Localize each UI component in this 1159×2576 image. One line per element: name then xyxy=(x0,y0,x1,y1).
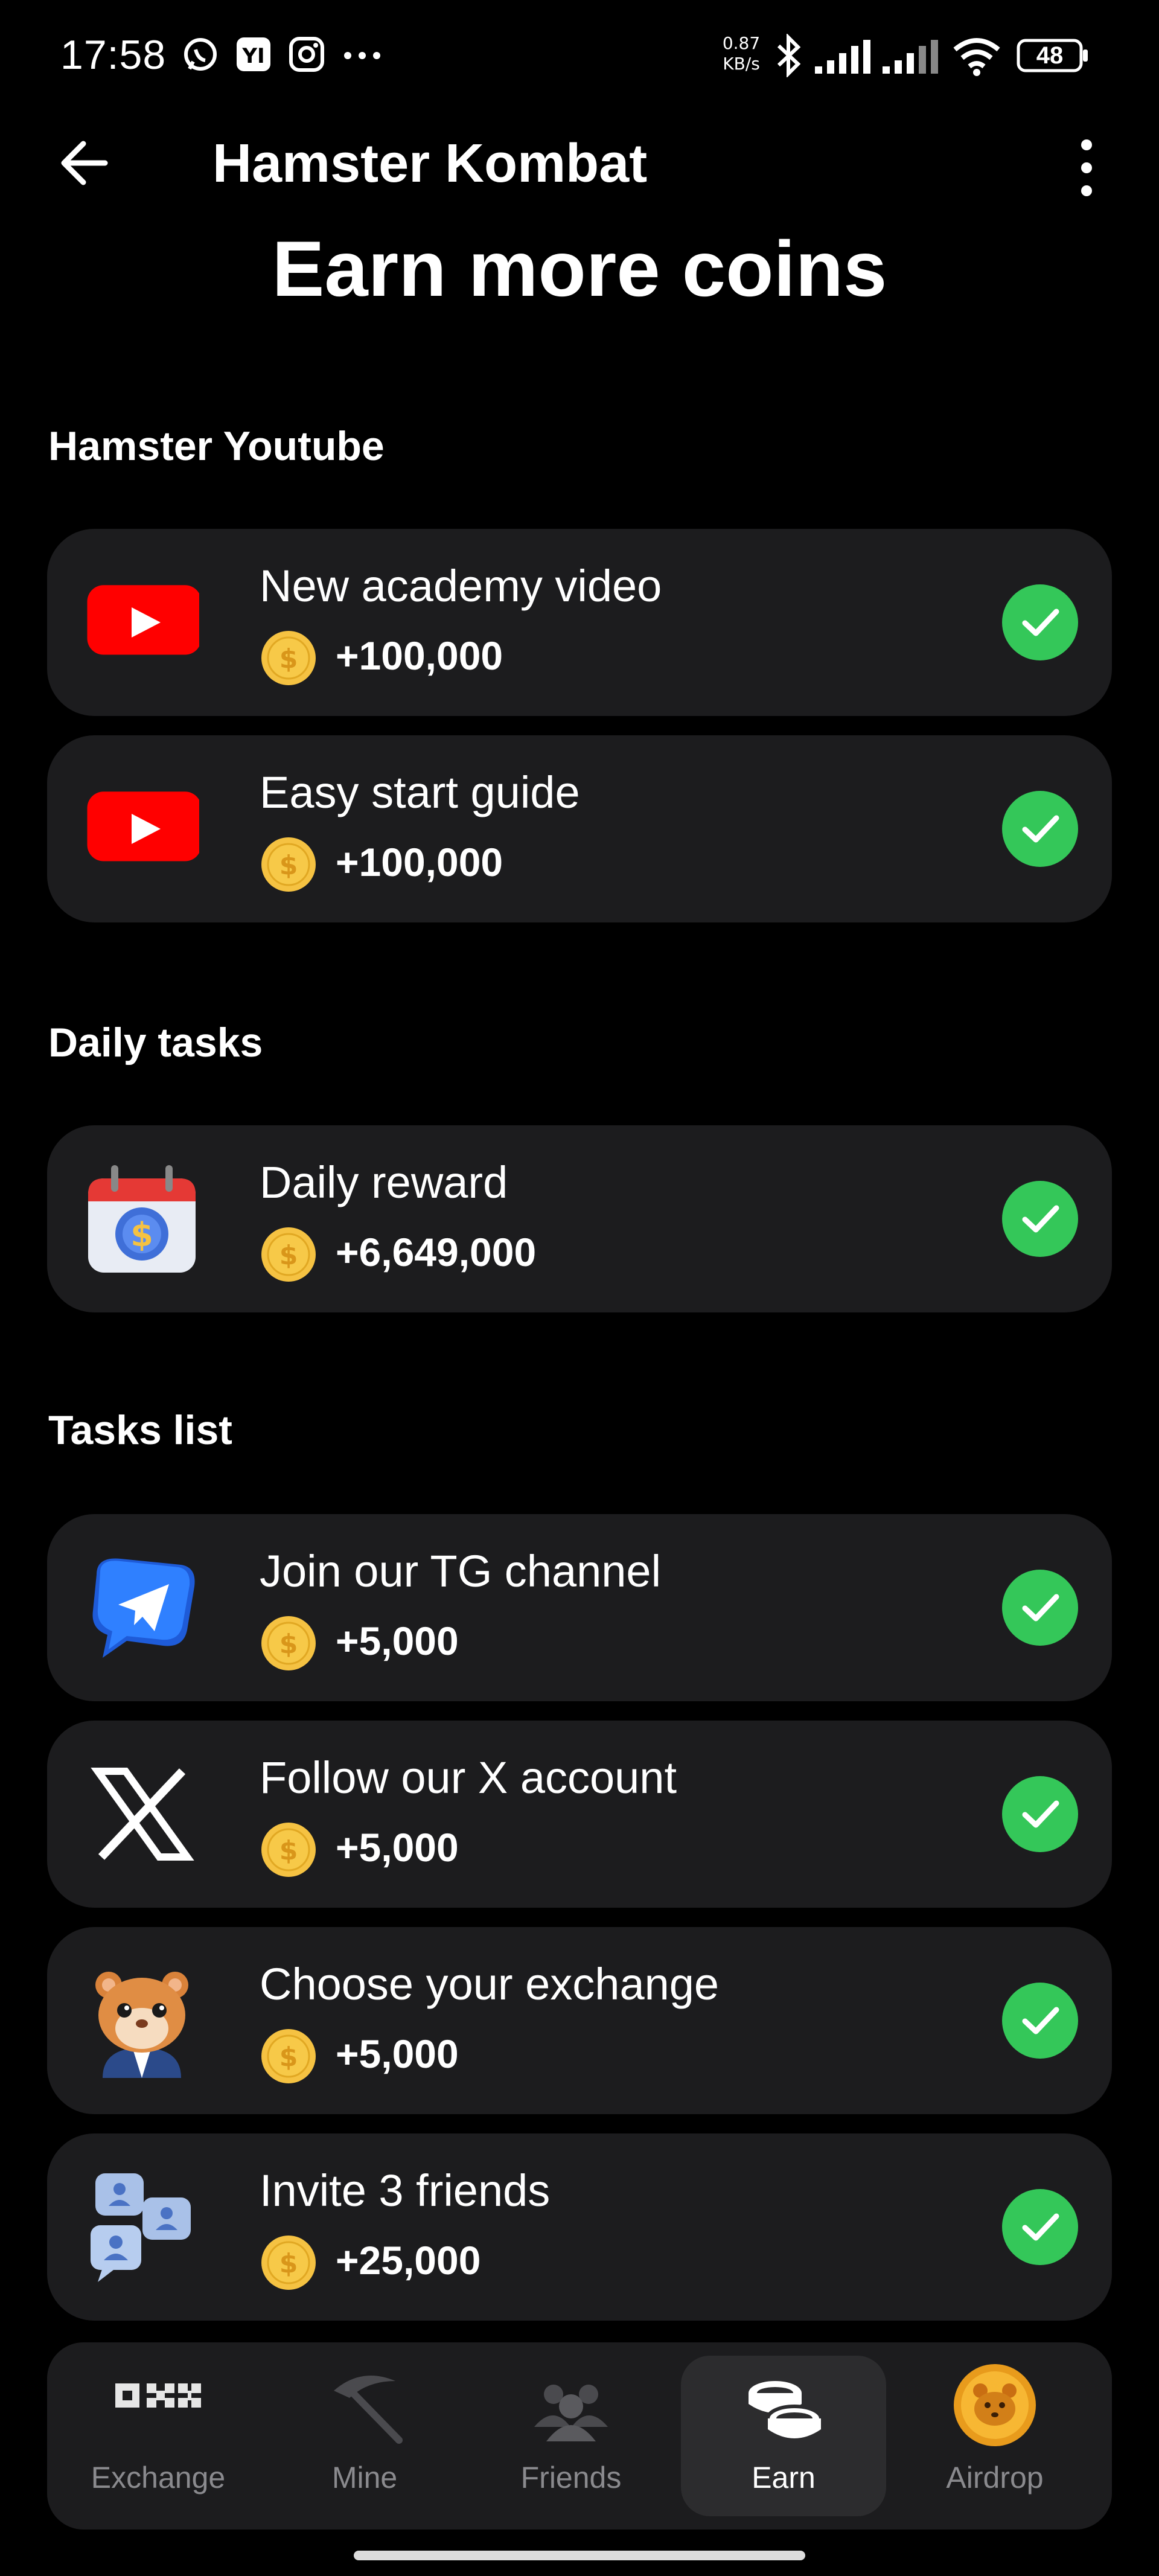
svg-text:$: $ xyxy=(279,1240,298,1271)
coin-icon: $ xyxy=(260,2027,318,2085)
signal-icon xyxy=(883,40,943,74)
task-reward: +100,000 xyxy=(336,633,503,678)
task-reward: +5,000 xyxy=(336,2031,459,2076)
kebab-menu-button[interactable] xyxy=(1068,133,1105,205)
svg-text:$: $ xyxy=(279,1835,298,1866)
task-card-join-tg-channel[interactable]: Join our TG channel $ +5,000 xyxy=(47,1514,1112,1701)
task-card-follow-x-account[interactable]: Follow our X account $ +5,000 xyxy=(47,1721,1112,1908)
whatsapp-icon xyxy=(181,35,220,74)
task-reward: +5,000 xyxy=(336,1825,459,1870)
net-speed-unit: KB/s xyxy=(723,54,760,74)
nav-label: Airdrop xyxy=(946,2461,1044,2495)
task-title: Easy start guide xyxy=(260,767,580,817)
kebab-menu-icon xyxy=(1081,139,1092,196)
task-reward: +5,000 xyxy=(336,1619,459,1663)
coin-icon: $ xyxy=(260,1614,318,1672)
coin-icon: $ xyxy=(260,836,318,893)
svg-text:$: $ xyxy=(130,1216,153,1254)
friends-chat-icon xyxy=(85,2170,199,2284)
home-indicator[interactable] xyxy=(354,2551,805,2560)
coin-icon: $ xyxy=(260,629,318,687)
nav-item-exchange[interactable]: Exchange xyxy=(56,2342,261,2530)
pickaxe-icon xyxy=(325,2367,404,2448)
battery-level: 48 xyxy=(1036,42,1064,69)
task-reward: +100,000 xyxy=(336,840,503,884)
task-card-daily-reward[interactable]: $ Daily reward $ +6,649,000 xyxy=(47,1125,1112,1312)
hamster-coin-icon xyxy=(953,2363,1037,2450)
arrow-left-icon xyxy=(61,141,108,185)
telegram-icon xyxy=(85,1550,199,1665)
bottom-nav: Exchange Mine Friends Earn Airdrop xyxy=(47,2342,1112,2530)
section-title: Tasks list xyxy=(48,1407,232,1453)
more-dots-icon xyxy=(343,51,382,60)
instagram-icon xyxy=(287,35,326,74)
nav-label: Earn xyxy=(752,2461,816,2495)
check-icon xyxy=(1001,1568,1079,1647)
nav-item-mine[interactable]: Mine xyxy=(262,2342,467,2530)
hamster-icon xyxy=(85,1963,199,2078)
svg-text:YI: YI xyxy=(241,44,264,68)
task-title: Join our TG channel xyxy=(260,1546,662,1596)
section-title: Daily tasks xyxy=(48,1020,263,1066)
okx-icon xyxy=(113,2377,203,2417)
wifi-icon xyxy=(953,36,1001,76)
svg-text:$: $ xyxy=(279,2248,298,2279)
section-title: Hamster Youtube xyxy=(48,423,385,469)
status-time: 17:58 xyxy=(60,32,167,78)
task-card-invite-friends[interactable]: Invite 3 friends $ +25,000 xyxy=(47,2133,1112,2321)
coin-icon: $ xyxy=(260,2234,318,2292)
page-heading: Earn more coins xyxy=(272,225,887,299)
task-reward: +6,649,000 xyxy=(336,1230,537,1274)
task-card-new-academy-video[interactable]: New academy video $ +100,000 xyxy=(47,529,1112,716)
calendar-coin-icon: $ xyxy=(85,1162,199,1276)
check-icon xyxy=(1001,790,1079,868)
nav-item-earn[interactable]: Earn xyxy=(681,2356,886,2516)
svg-text:$: $ xyxy=(279,1629,298,1660)
task-title: Follow our X account xyxy=(260,1753,677,1803)
task-reward: +25,000 xyxy=(336,2238,481,2283)
nav-label: Friends xyxy=(520,2461,622,2495)
check-icon xyxy=(1001,1981,1079,2060)
nav-item-friends[interactable]: Friends xyxy=(468,2342,674,2530)
coin-icon: $ xyxy=(260,1821,318,1879)
friends-icon xyxy=(532,2376,610,2446)
youtube-icon xyxy=(85,772,202,886)
task-title: Daily reward xyxy=(260,1157,508,1207)
youtube-icon xyxy=(85,565,202,680)
nav-item-airdrop[interactable]: Airdrop xyxy=(892,2342,1097,2530)
svg-text:$: $ xyxy=(279,2042,298,2073)
task-card-choose-exchange[interactable]: Choose your exchange $ +5,000 xyxy=(47,1927,1112,2114)
nav-label: Mine xyxy=(331,2461,398,2495)
signal-icon xyxy=(815,40,875,74)
nav-label: Exchange xyxy=(91,2461,226,2495)
x-logo-icon xyxy=(85,1757,199,1871)
coin-icon: $ xyxy=(260,1226,318,1283)
app-icon: YI xyxy=(234,35,273,74)
check-icon xyxy=(1001,583,1079,662)
task-title: Choose your exchange xyxy=(260,1959,720,2009)
check-icon xyxy=(1001,1180,1079,1258)
svg-text:$: $ xyxy=(279,644,298,674)
bluetooth-icon xyxy=(775,33,802,78)
task-title: New academy video xyxy=(260,561,662,611)
coins-icon xyxy=(741,2375,826,2444)
task-title: Invite 3 friends xyxy=(260,2165,551,2216)
check-icon xyxy=(1001,1775,1079,1853)
app-title: Hamster Kombat xyxy=(212,133,648,194)
svg-text:$: $ xyxy=(279,850,298,881)
back-button[interactable] xyxy=(54,133,115,193)
net-speed-value: 0.87 xyxy=(722,33,761,53)
task-card-easy-start-guide[interactable]: Easy start guide $ +100,000 xyxy=(47,735,1112,922)
check-icon xyxy=(1001,2188,1079,2266)
